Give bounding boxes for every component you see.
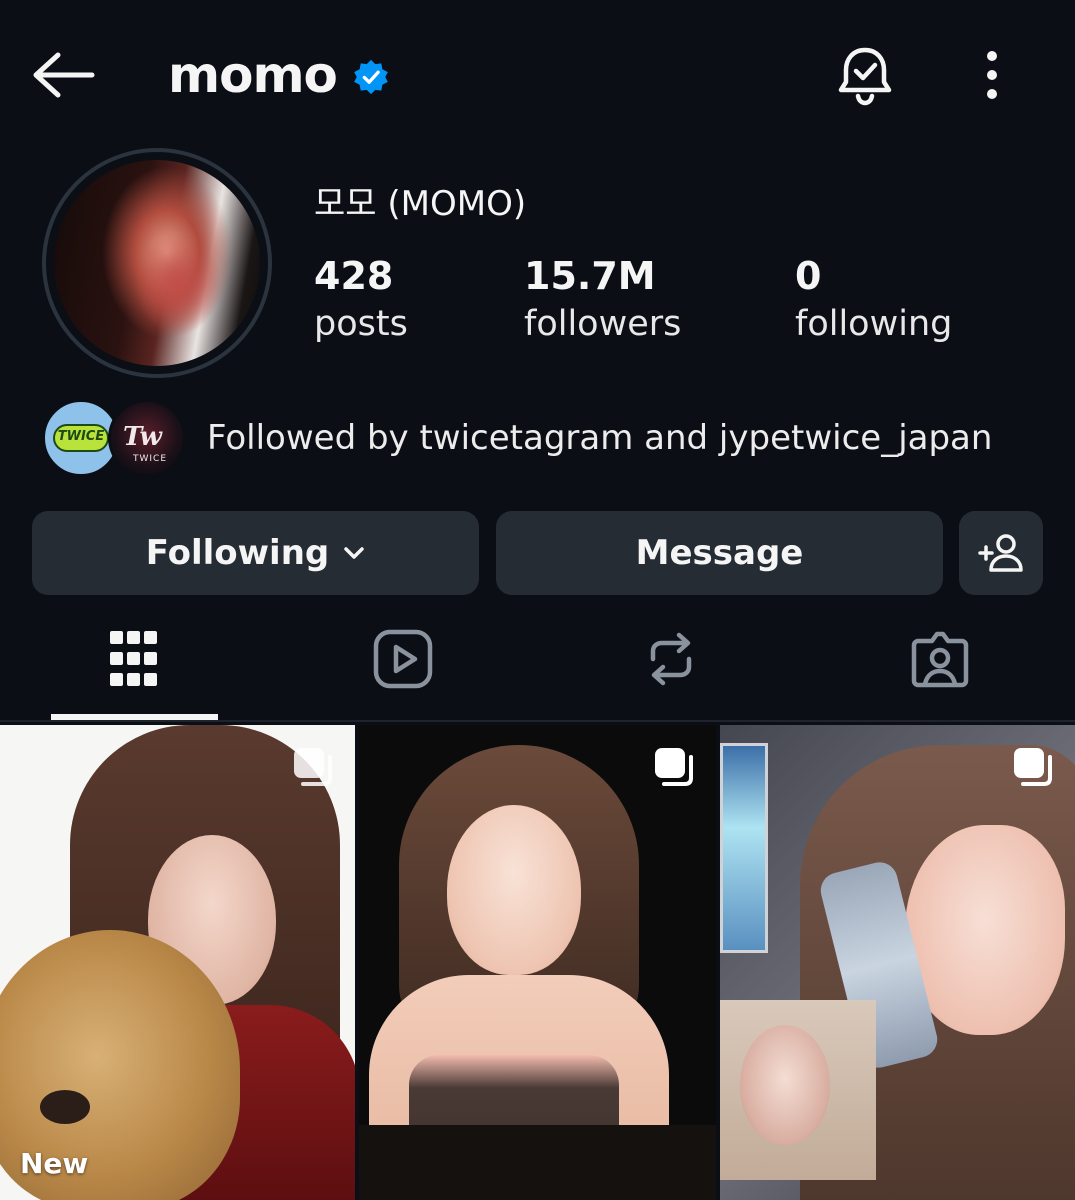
mutual-avatar: Tw TWICE	[108, 399, 186, 477]
reels-icon	[373, 629, 433, 689]
message-button[interactable]: Message	[496, 511, 943, 595]
username: momo	[168, 46, 338, 104]
followers-count: 15.7M	[524, 254, 656, 298]
followers-label: followers	[524, 304, 682, 344]
chevron-down-icon	[344, 547, 364, 559]
followed-by-text: Followed by twicetagram and jypetwice_ja…	[207, 418, 993, 458]
tab-reels[interactable]	[363, 624, 443, 694]
message-button-label: Message	[635, 533, 804, 573]
carousel-icon	[1014, 748, 1052, 786]
add-person-icon	[978, 534, 1023, 572]
twice-badge: TWICE	[53, 424, 109, 452]
stat-following[interactable]: 0 following	[795, 252, 952, 348]
followed-by-row[interactable]: TWICE Tw TWICE Followed by twicetagram a…	[42, 396, 1042, 480]
reposts-icon	[650, 632, 692, 686]
tab-reposts[interactable]	[631, 624, 711, 694]
following-button-label: Following	[145, 533, 330, 573]
verified-badge-icon	[354, 59, 388, 95]
following-button[interactable]: Following	[32, 511, 479, 595]
arrow-left-icon	[33, 52, 95, 98]
following-label: following	[795, 304, 953, 344]
display-name: 모모 (MOMO)	[314, 184, 527, 224]
stat-posts[interactable]: 428 posts	[314, 252, 408, 348]
grid-icon	[110, 631, 157, 686]
posts-label: posts	[314, 304, 408, 344]
profile-tabs	[0, 610, 1075, 720]
carousel-icon	[294, 748, 332, 786]
more-vertical-icon	[987, 51, 997, 99]
top-bar: momo	[0, 0, 1075, 150]
carousel-icon	[655, 748, 693, 786]
tab-tagged[interactable]	[900, 624, 980, 694]
following-count: 0	[795, 254, 822, 298]
post-tile[interactable]	[720, 725, 1075, 1200]
more-options-button[interactable]	[972, 50, 1012, 102]
post-tile[interactable]: New	[0, 725, 355, 1200]
posts-grid: New	[0, 725, 1075, 1200]
divider	[0, 720, 1075, 722]
suggested-accounts-button[interactable]	[959, 511, 1043, 595]
notifications-button[interactable]	[834, 44, 896, 106]
tagged-icon	[911, 631, 969, 688]
bell-check-icon	[838, 47, 892, 106]
profile-avatar[interactable]	[42, 148, 272, 378]
avatar-image	[54, 160, 260, 366]
back-button[interactable]	[30, 50, 96, 100]
post-tile[interactable]	[359, 725, 716, 1200]
new-post-label: New	[20, 1147, 89, 1180]
tab-grid[interactable]	[94, 624, 174, 694]
stat-followers[interactable]: 15.7M followers	[524, 252, 681, 348]
posts-count: 428	[314, 254, 394, 298]
